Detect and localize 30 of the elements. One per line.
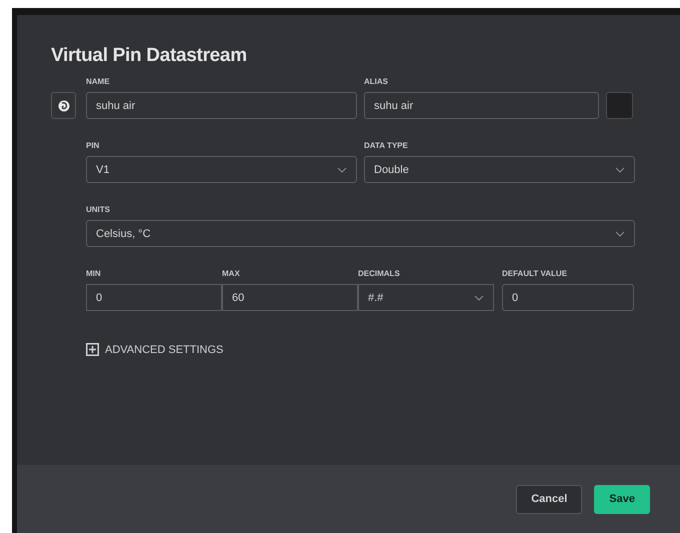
- dialog-title: Virtual Pin Datastream: [51, 45, 248, 67]
- field-label: UNITS: [86, 205, 111, 214]
- units-dropdown[interactable]: Celsius, °C: [86, 220, 635, 247]
- alias-field[interactable]: suhu air: [364, 92, 599, 119]
- chevron-down-icon: [337, 166, 347, 172]
- default-value-field[interactable]: 0: [502, 284, 634, 311]
- plus-square-icon: [86, 343, 99, 356]
- field-label: DEFAULT VALUE: [502, 269, 568, 278]
- name-field[interactable]: suhu air: [86, 92, 357, 119]
- data-type-dropdown[interactable]: Double: [364, 156, 635, 183]
- swirl-icon: [58, 100, 70, 112]
- cancel-button[interactable]: Cancel: [516, 484, 582, 514]
- field-label: ALIAS: [364, 77, 389, 86]
- field-label: MIN: [86, 269, 102, 278]
- icon-picker-button[interactable]: [51, 92, 76, 119]
- advanced-settings-toggle[interactable]: ADVANCED SETTINGS: [86, 343, 224, 356]
- decimals-dropdown[interactable]: #.#: [358, 284, 494, 311]
- min-field[interactable]: 0: [86, 284, 222, 311]
- field-label: PIN: [86, 141, 100, 150]
- chevron-down-icon: [615, 230, 625, 236]
- max-field[interactable]: 60: [222, 284, 358, 311]
- field-label: NAME: [86, 77, 111, 86]
- field-label: DATA TYPE: [364, 141, 409, 150]
- field-label: MAX: [222, 269, 241, 278]
- chevron-down-icon: [474, 294, 484, 300]
- save-button[interactable]: Save: [594, 484, 650, 514]
- color-swatch[interactable]: [606, 92, 633, 119]
- chevron-down-icon: [615, 166, 625, 172]
- field-label: DECIMALS: [358, 269, 401, 278]
- pin-dropdown[interactable]: V1: [86, 156, 357, 183]
